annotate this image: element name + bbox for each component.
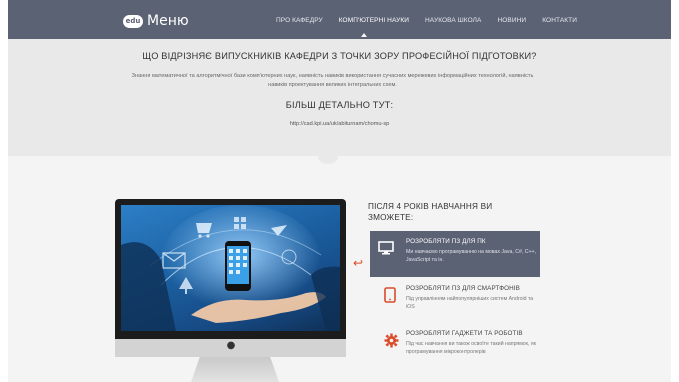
info-heading: ЩО ВІДРІЗНЯЄ ВИПУСКНИКІВ КАФЕДРИ З ТОЧКИ… [142,51,537,61]
gear-icon [384,333,399,348]
feature-item-smartphone[interactable]: РОЗРОБЛЯТИ ПЗ ДЛЯ СМАРТФОНІВ Під управлі… [370,283,540,323]
nav-item-science-school[interactable]: НАУКОВА ШКОЛА [425,17,481,24]
details-link[interactable]: http://cad.kpi.ua/uk/abiturnam/chomu-sp [8,121,671,127]
feature-gadgets-title: РОЗРОБЛЯТИ ГАДЖЕТИ ТА РОБОТІВ [406,330,523,337]
monitor-screen [121,205,340,331]
logo-badge: edu [123,14,143,28]
info-paragraph: Знання математичної та алгоритмічної баз… [131,73,534,88]
feature-pc-title: РОЗРОБЛЯТИ ПЗ ДЛЯ ПК [406,238,486,245]
feature-pc-text: Ми навчаємо програмуванню на мовах Java,… [406,249,537,263]
nav-item-computer-science[interactable]: КОМП'ЮТЕРНІ НАУКИ [339,17,409,24]
feature-smartphone-title: РОЗРОБЛЯТИ ПЗ ДЛЯ СМАРТФОНІВ [406,285,520,292]
screen-artwork [121,205,340,331]
logo[interactable]: edu Меню [123,13,189,29]
nav-item-contacts[interactable]: КОНТАКТИ [542,17,577,24]
details-heading: БІЛЬШ ДЕТАЛЬНО ТУТ: [285,100,394,110]
features-title: ПІСЛЯ 4 РОКІВ НАВЧАННЯ ВИ ЗМОЖЕТЕ: [368,202,493,222]
nav-item-about[interactable]: ПРО КАФЕДРУ [276,17,323,24]
monitor-icon [378,241,394,255]
active-nav-caret [361,33,367,37]
band-notch [318,150,338,164]
curved-arrow-icon: ↩ [353,256,364,270]
feature-smartphone-text: Під управлінням найпопулярніших систем A… [406,296,534,310]
apple-logo-icon: ● [226,340,236,351]
nav-menu: ПРО КАФЕДРУ КОМП'ЮТЕРНІ НАУКИ НАУКОВА ШК… [276,17,593,24]
tablet-icon [384,287,396,303]
feature-item-gadgets[interactable]: РОЗРОБЛЯТИ ГАДЖЕТИ ТА РОБОТІВ Під час на… [370,328,540,373]
logo-menu-label: Меню [147,13,189,29]
monitor-stand [191,357,279,382]
nav-item-news[interactable]: НОВИНИ [497,17,526,24]
feature-item-pc[interactable]: РОЗРОБЛЯТИ ПЗ ДЛЯ ПК Ми навчаємо програм… [370,231,540,277]
imac-illustration: ● [115,199,346,357]
top-navbar: edu Меню ПРО КАФЕДРУ КОМП'ЮТЕРНІ НАУКИ Н… [8,0,671,39]
feature-gadgets-text: Під час навчання ви також освоїте такий … [406,341,536,355]
